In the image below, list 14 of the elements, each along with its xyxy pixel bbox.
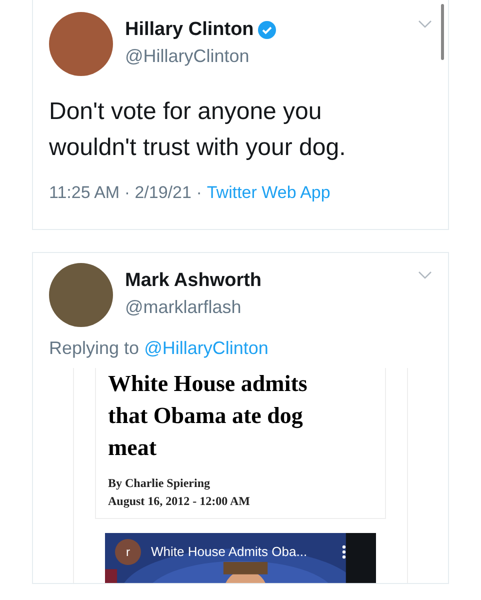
replying-to-text: Replying to @HillaryClinton — [49, 337, 270, 360]
article-date: August 16, 2012 - 12:00 AM — [108, 493, 252, 510]
more-options-icon[interactable] — [342, 545, 346, 559]
scrollbar[interactable] — [441, 4, 444, 60]
user-name: Mark Ashworth — [125, 269, 262, 293]
user-name: Hillary Clinton — [125, 18, 254, 42]
user-handle: @HillaryClinton — [125, 44, 250, 67]
tweet-time: 11:25 AM · 2/19/21 · — [49, 182, 202, 204]
article-headline: White House admits that Obama ate dog meat — [108, 370, 308, 462]
tweet-text: Don't vote for anyone you wouldn't trust with your dog. — [49, 97, 347, 163]
video-title: White House Admits Oba... — [151, 543, 308, 562]
article-byline: By Charlie Spiering — [108, 475, 212, 492]
video-player[interactable]: r White House Admits Oba... — [105, 533, 376, 583]
user-handle: @marklarflash — [125, 296, 242, 318]
